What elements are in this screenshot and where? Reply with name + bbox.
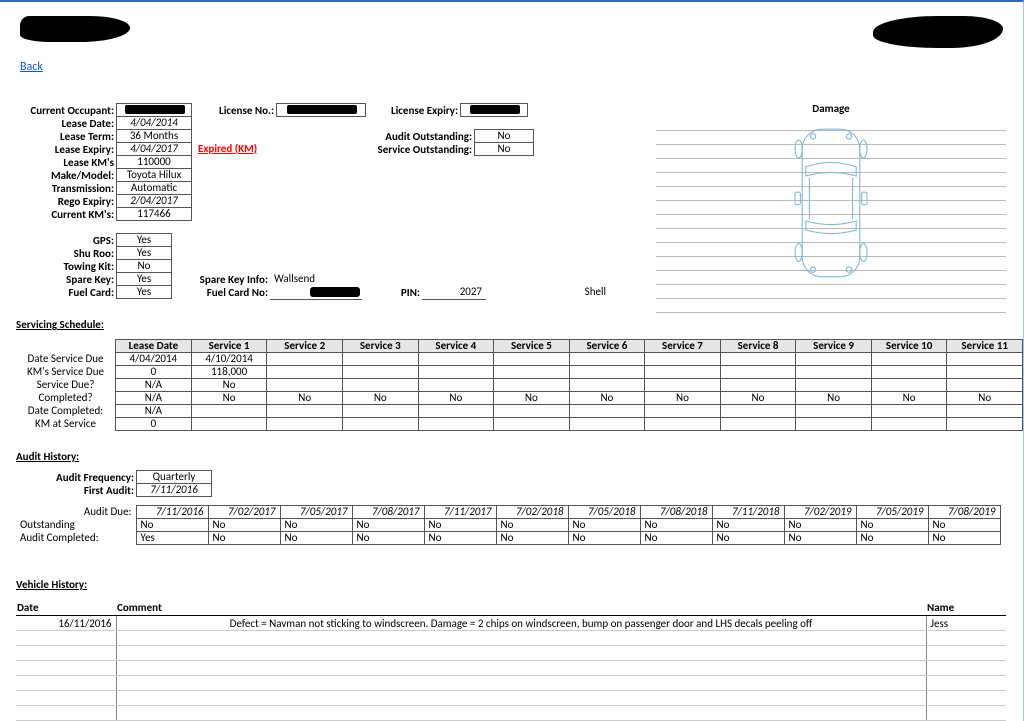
label-lease-term: Lease Term:	[16, 130, 116, 143]
value-gps: Yes	[116, 233, 172, 247]
label-spare-key-info: Spare Key Info:	[190, 273, 270, 286]
label-spare-key: Spare Key:	[16, 273, 116, 286]
value-make-model: Toyota Hilux	[116, 168, 192, 182]
label-audit-freq: Audit Frequency:	[16, 471, 136, 484]
label-shu-roo: Shu Roo:	[16, 247, 116, 260]
value-rego-expiry: 2/04/2017	[116, 194, 192, 208]
redacted-logo-right	[873, 16, 1003, 48]
value-spare-key-info: Wallsend	[270, 273, 334, 287]
audit-grid: Audit Due:7/11/20167/02/20177/05/20177/0…	[16, 505, 1001, 545]
value-license-no	[276, 103, 366, 117]
value-first-audit: 7/11/2016	[136, 483, 212, 497]
label-pin: PIN:	[362, 286, 422, 299]
value-service-outstanding: No	[474, 142, 534, 156]
audit-title: Audit History:	[16, 450, 1001, 463]
label-current-occupant: Current Occupant:	[16, 104, 116, 117]
label-first-audit: First Audit:	[16, 484, 136, 497]
value-audit-freq: Quarterly	[136, 470, 212, 484]
label-transmission: Transmission:	[16, 182, 116, 195]
redacted-logo-left	[20, 16, 130, 42]
value-fuel-card-no	[270, 286, 362, 300]
label-lease-kms: Lease KM's	[16, 156, 116, 169]
value-spare-key: Yes	[116, 272, 172, 286]
value-lease-date: 4/04/2014	[116, 116, 192, 130]
label-current-kms: Current KM's:	[16, 208, 116, 221]
label-fuel-card-no: Fuel Card No:	[190, 286, 270, 299]
label-fuel-card: Fuel Card:	[16, 286, 116, 299]
value-lease-expiry: 4/04/2017	[116, 142, 192, 156]
vehicle-history-title: Vehicle History:	[16, 578, 1006, 591]
value-transmission: Automatic	[116, 181, 192, 195]
servicing-grid: Lease DateService 1Service 2Service 3Ser…	[16, 339, 1023, 431]
value-towing-kit: No	[116, 259, 172, 273]
label-rego-expiry: Rego Expiry:	[16, 195, 116, 208]
value-current-kms: 117466	[116, 207, 192, 221]
back-link[interactable]: Back	[20, 60, 43, 74]
vehicle-history-grid: DateCommentName16/11/2016Defect = Navman…	[16, 599, 1006, 721]
value-lease-kms: 110000	[116, 155, 192, 169]
car-diagram-icon	[786, 122, 876, 284]
label-service-outstanding: Service Outstanding:	[370, 143, 474, 156]
value-audit-outstanding: No	[474, 129, 534, 143]
value-fuel-provider: Shell	[486, 286, 606, 299]
label-make-model: Make/Model:	[16, 169, 116, 182]
value-shu-roo: Yes	[116, 246, 172, 260]
value-license-expiry	[460, 103, 528, 117]
label-license-expiry: License Expiry:	[370, 104, 460, 117]
value-current-occupant	[116, 103, 192, 117]
servicing-title: Servicing Schedule:	[16, 318, 1023, 331]
label-audit-outstanding: Audit Outstanding:	[370, 130, 474, 143]
value-pin: 2027	[422, 286, 486, 300]
label-gps: GPS:	[16, 234, 116, 247]
label-license-no: License No.:	[206, 104, 276, 117]
label-lease-date: Lease Date:	[16, 117, 116, 130]
label-towing-kit: Towing Kit:	[16, 260, 116, 273]
value-lease-term: 36 Months	[116, 129, 192, 143]
label-lease-expiry: Lease Expiry:	[16, 143, 116, 156]
damage-title: Damage	[656, 102, 1006, 115]
value-fuel-card: Yes	[116, 285, 172, 299]
